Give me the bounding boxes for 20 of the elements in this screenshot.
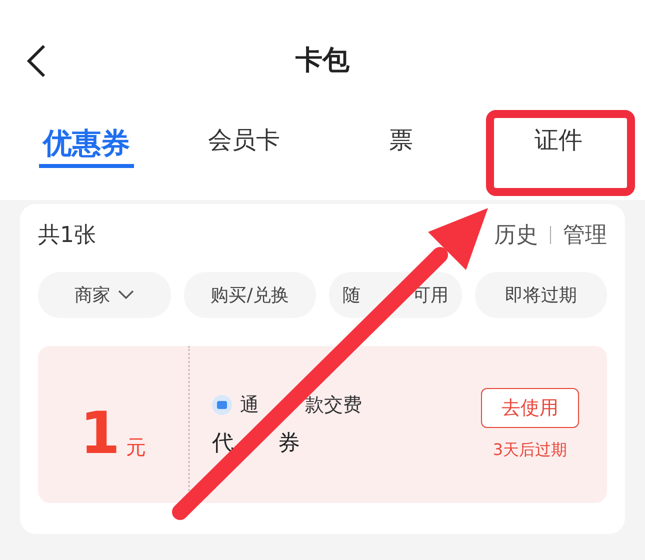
header-link[interactable]: 管理 xyxy=(563,220,607,250)
filter-chip[interactable]: 购买/兑换 xyxy=(184,272,316,318)
currency-unit: 元 xyxy=(126,434,146,461)
tab[interactable]: 会员卡 xyxy=(204,110,284,168)
page-title: 卡包 xyxy=(296,44,350,78)
filter-chip[interactable]: 即将过期 xyxy=(474,272,607,318)
coupon-count: 共1张 xyxy=(38,222,96,250)
back-icon[interactable] xyxy=(25,44,47,78)
merchant-name: 款交费 xyxy=(305,392,362,418)
tab[interactable]: 票 xyxy=(385,110,418,168)
filter-chip[interactable]: 商家 xyxy=(38,272,170,318)
tab[interactable]: 优惠券 xyxy=(39,110,134,168)
merchant-name: 通 xyxy=(240,392,259,418)
coupon-name: 券 xyxy=(278,430,300,458)
use-button[interactable]: 去使用 xyxy=(481,388,579,428)
merchant-icon xyxy=(212,394,232,414)
expiry-text: 3天后过期 xyxy=(492,440,568,461)
header-link[interactable]: 历史 xyxy=(494,220,538,250)
tab[interactable]: 证件 xyxy=(530,110,586,168)
coupon-amount: 1 xyxy=(80,398,120,466)
